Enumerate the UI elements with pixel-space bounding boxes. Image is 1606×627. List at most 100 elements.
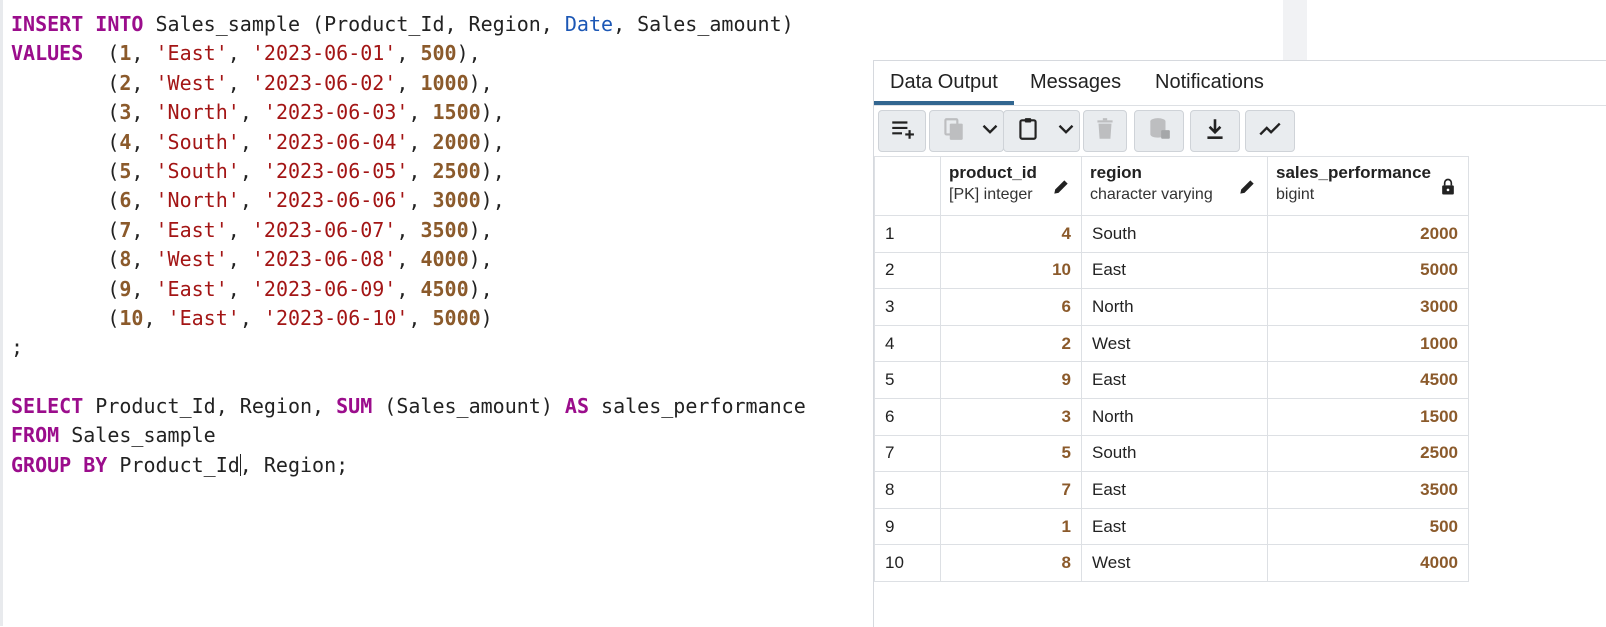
- copy-button[interactable]: [929, 110, 977, 152]
- cell-region[interactable]: East: [1081, 507, 1268, 546]
- row-number[interactable]: 6: [874, 397, 941, 436]
- code-token: 3500: [420, 217, 469, 242]
- cell-sales-performance[interactable]: 4000: [1267, 544, 1469, 582]
- cell-sales-performance[interactable]: 3000: [1267, 288, 1469, 326]
- code-token: ,: [131, 70, 156, 95]
- code-token: ;: [11, 335, 24, 360]
- row-number[interactable]: 1: [874, 215, 941, 253]
- code-token: (: [11, 247, 120, 272]
- code-token: ),: [480, 158, 505, 183]
- add-row-button[interactable]: [878, 110, 926, 152]
- code-line: (9, 'East', '2023-06-09', 4500),: [11, 275, 806, 304]
- cell-product-id[interactable]: 7: [940, 471, 1082, 509]
- cell-sales-performance[interactable]: 4500: [1267, 361, 1469, 399]
- table-row[interactable]: 7 5 South 2500: [874, 434, 1469, 473]
- tab-messages[interactable]: Messages: [1014, 61, 1139, 105]
- table-row[interactable]: 4 2 West 1000: [874, 324, 1469, 363]
- table-row[interactable]: 9 1 East 500: [874, 507, 1469, 546]
- pencil-icon: [1237, 177, 1257, 197]
- row-number[interactable]: 8: [874, 471, 941, 509]
- sql-code[interactable]: INSERT INTO Sales_sample (Product_Id, Re…: [11, 10, 806, 480]
- graph-visualiser-button[interactable]: [1245, 110, 1295, 152]
- row-number[interactable]: 5: [874, 361, 941, 399]
- code-line: VALUES (1, 'East', '2023-06-01', 500),: [11, 39, 806, 68]
- copy-options-dropdown[interactable]: [976, 110, 1004, 152]
- cell-region[interactable]: North: [1081, 397, 1268, 436]
- row-number[interactable]: 2: [874, 251, 941, 290]
- cell-product-id[interactable]: 8: [940, 544, 1082, 582]
- table-row[interactable]: 8 7 East 3500: [874, 471, 1469, 509]
- table-row[interactable]: 10 8 West 4000: [874, 544, 1469, 582]
- code-token: 4: [119, 129, 132, 154]
- code-token: 8: [119, 247, 132, 272]
- cell-product-id[interactable]: 6: [940, 288, 1082, 326]
- code-token: ,: [408, 158, 433, 183]
- cell-product-id[interactable]: 5: [940, 434, 1082, 473]
- cell-region[interactable]: West: [1081, 544, 1268, 582]
- row-number[interactable]: 9: [874, 507, 941, 546]
- save-data-button[interactable]: [1134, 110, 1184, 152]
- code-token: ,: [396, 70, 421, 95]
- cell-product-id[interactable]: 4: [940, 215, 1082, 253]
- table-row[interactable]: 1 4 South 2000: [874, 215, 1469, 253]
- code-line: ;: [11, 333, 806, 362]
- cell-product-id[interactable]: 10: [940, 251, 1082, 290]
- paste-button[interactable]: [1003, 110, 1053, 152]
- cell-sales-performance[interactable]: 2500: [1267, 434, 1469, 473]
- cell-product-id[interactable]: 9: [940, 361, 1082, 399]
- code-token: sales_performance: [589, 394, 806, 419]
- code-token: ,: [227, 276, 252, 301]
- cell-product-id[interactable]: 3: [940, 397, 1082, 436]
- delete-button[interactable]: [1083, 110, 1127, 152]
- cell-sales-performance[interactable]: 500: [1267, 507, 1469, 546]
- trash-icon: [1092, 116, 1118, 147]
- table-row[interactable]: 5 9 East 4500: [874, 361, 1469, 399]
- code-token: ,: [239, 129, 264, 154]
- cell-region[interactable]: East: [1081, 251, 1268, 290]
- cell-sales-performance[interactable]: 1500: [1267, 397, 1469, 436]
- cell-sales-performance[interactable]: 1000: [1267, 324, 1469, 363]
- code-token: ,: [131, 276, 156, 301]
- code-token: (: [11, 158, 120, 183]
- cell-sales-performance[interactable]: 2000: [1267, 215, 1469, 253]
- cell-region[interactable]: East: [1081, 471, 1268, 509]
- cell-product-id[interactable]: 2: [940, 324, 1082, 363]
- row-number[interactable]: 3: [874, 288, 941, 326]
- row-number[interactable]: 10: [874, 544, 941, 582]
- tab-data-output[interactable]: Data Output: [874, 61, 1014, 105]
- cell-sales-performance[interactable]: 5000: [1267, 251, 1469, 290]
- column-header-product-id[interactable]: product_id [PK] integer: [940, 156, 1082, 216]
- cell-region[interactable]: South: [1081, 434, 1268, 473]
- column-header-region[interactable]: region character varying: [1081, 156, 1268, 216]
- tab-notifications[interactable]: Notifications: [1139, 61, 1289, 105]
- table-row[interactable]: 3 6 North 3000: [874, 288, 1469, 326]
- results-tabs: Data Output Messages Notifications: [874, 61, 1606, 106]
- cell-region[interactable]: North: [1081, 288, 1268, 326]
- row-number[interactable]: 4: [874, 324, 941, 363]
- table-row[interactable]: 6 3 North 1500: [874, 397, 1469, 436]
- download-icon: [1202, 116, 1228, 147]
- code-token: 'East': [155, 41, 228, 66]
- code-token: (: [11, 100, 120, 125]
- code-token: ,: [408, 129, 433, 154]
- chevron-down-icon: [977, 116, 1003, 147]
- table-row[interactable]: 2 10 East 5000: [874, 251, 1469, 290]
- paste-options-dropdown[interactable]: [1052, 110, 1080, 152]
- cell-region[interactable]: West: [1081, 324, 1268, 363]
- code-token: ),: [468, 276, 493, 301]
- row-number[interactable]: 7: [874, 434, 941, 473]
- code-token: GROUP BY: [11, 452, 108, 477]
- code-token: ,: [396, 247, 421, 272]
- cell-product-id[interactable]: 1: [940, 507, 1082, 546]
- column-header-sales-performance[interactable]: sales_performance bigint: [1267, 156, 1469, 216]
- cell-region[interactable]: South: [1081, 215, 1268, 253]
- code-token: ,: [408, 100, 433, 125]
- download-button[interactable]: [1190, 110, 1240, 152]
- column-name: sales_performance: [1276, 163, 1431, 182]
- cell-sales-performance[interactable]: 3500: [1267, 471, 1469, 509]
- code-token: ,: [131, 158, 156, 183]
- data-output-grid: product_id [PK] integer region character va…: [874, 156, 1469, 582]
- code-token: 9: [119, 276, 132, 301]
- cell-region[interactable]: East: [1081, 361, 1268, 399]
